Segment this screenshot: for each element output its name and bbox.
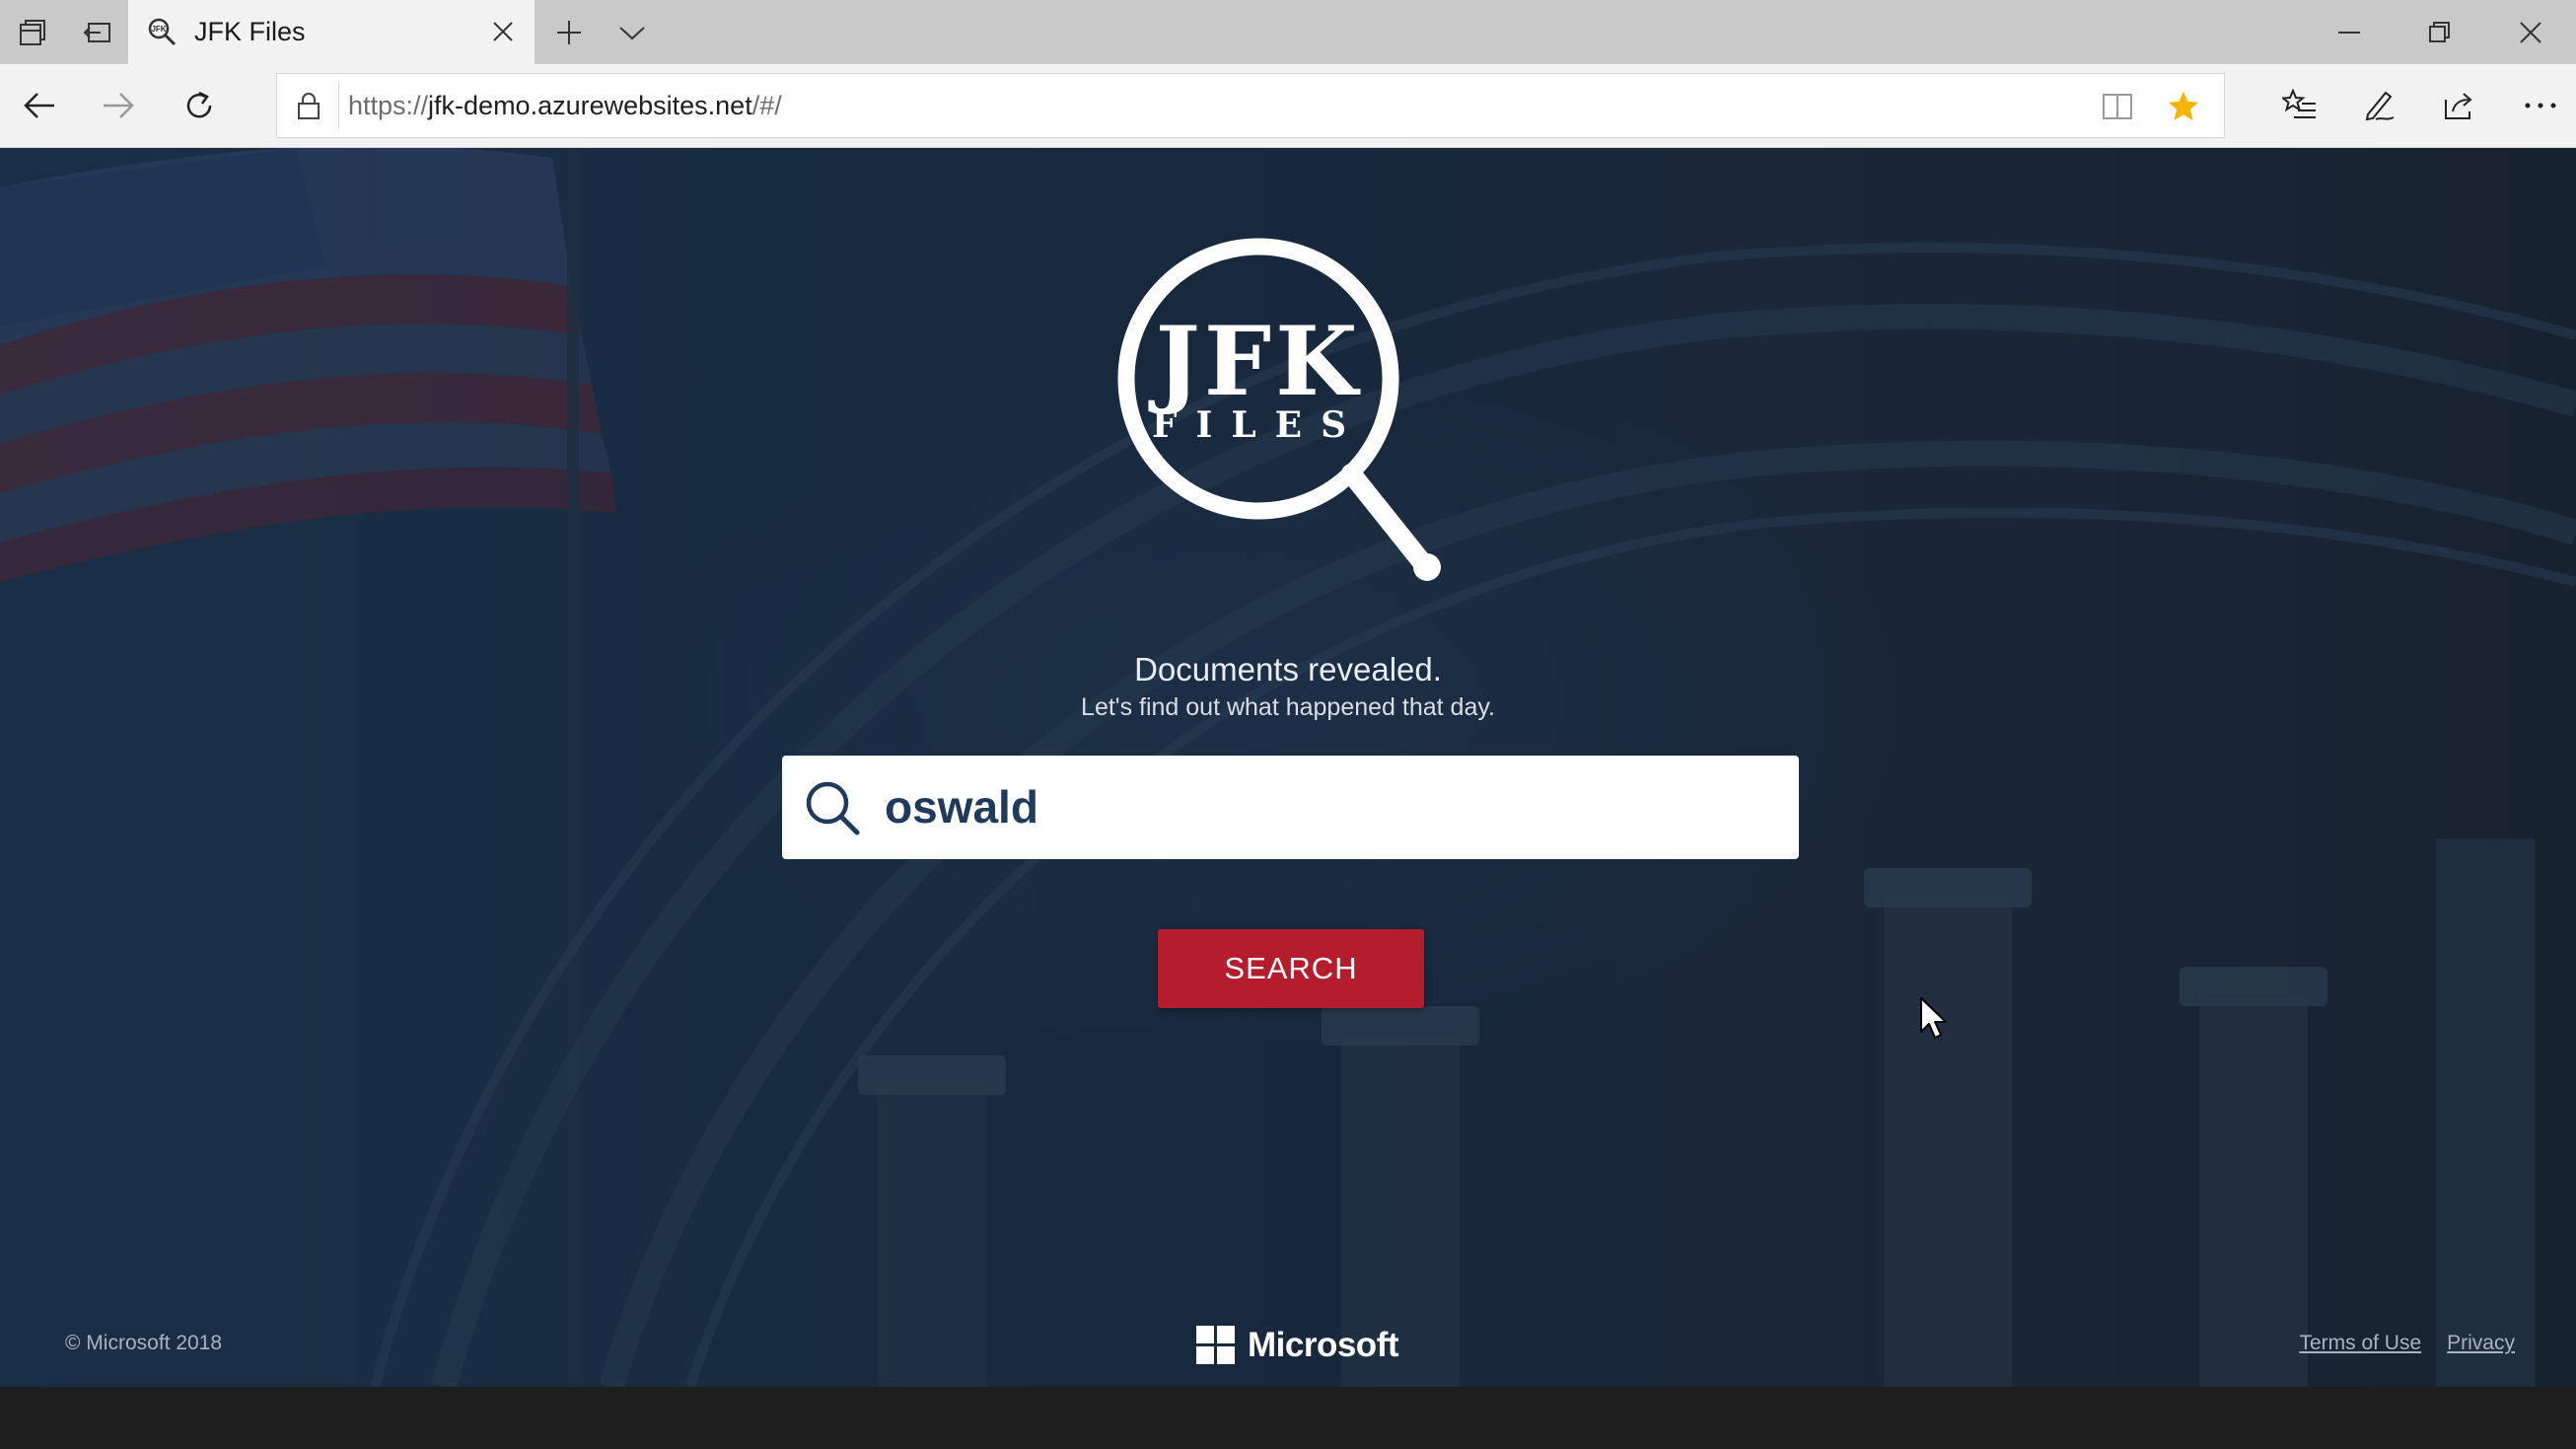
jfk-files-logo: JFK FILES bbox=[1117, 238, 1441, 581]
mouse-cursor-icon bbox=[1920, 997, 1947, 1039]
tabs-back-icon[interactable] bbox=[65, 0, 130, 64]
lock-icon[interactable] bbox=[289, 86, 328, 125]
minimize-icon[interactable] bbox=[2304, 0, 2395, 64]
more-icon[interactable] bbox=[2511, 78, 2570, 133]
forward-icon[interactable] bbox=[89, 78, 148, 133]
pen-icon[interactable] bbox=[2349, 78, 2408, 133]
search-button[interactable]: SEARCH bbox=[1158, 929, 1424, 1008]
tabs-aside-icon[interactable] bbox=[0, 0, 65, 64]
refresh-icon[interactable] bbox=[170, 78, 229, 133]
url-text[interactable]: https://jfk-demo.azurewebsites.net/#/ bbox=[348, 74, 782, 137]
title-bar: JFK JFK Files bbox=[0, 0, 2576, 64]
favorites-hub-icon[interactable] bbox=[2270, 78, 2329, 133]
new-tab-icon[interactable] bbox=[537, 0, 602, 64]
search-icon: JFK bbox=[148, 18, 177, 46]
restore-icon[interactable] bbox=[2395, 0, 2485, 64]
search-input[interactable] bbox=[885, 763, 1772, 850]
address-divider bbox=[338, 82, 339, 129]
logo-line-jfk: JFK bbox=[1147, 306, 1361, 417]
favorite-star-icon[interactable] bbox=[2161, 84, 2206, 129]
microsoft-grid-icon bbox=[1196, 1326, 1236, 1365]
taskbar-strip bbox=[0, 1387, 2576, 1449]
close-window-icon[interactable] bbox=[2485, 0, 2576, 64]
tab-jfk-files[interactable]: JFK JFK Files bbox=[128, 0, 535, 64]
search-box[interactable] bbox=[782, 756, 1799, 859]
svg-text:JFK: JFK bbox=[151, 25, 166, 34]
logo-line-files: FILES bbox=[1152, 404, 1365, 446]
terms-of-use-link[interactable]: Terms of Use bbox=[2299, 1332, 2421, 1355]
reading-view-icon[interactable] bbox=[2095, 84, 2140, 129]
url-scheme: https:// bbox=[348, 91, 429, 120]
url-host: jfk-demo.azurewebsites.net bbox=[428, 91, 752, 120]
close-tab-icon[interactable] bbox=[485, 14, 521, 49]
page-content: JFK FILES Documents revealed. Let's find… bbox=[0, 148, 2576, 1387]
search-icon bbox=[806, 781, 860, 835]
sub-tagline: Let's find out what happened that day. bbox=[1081, 693, 1495, 721]
tagline: Documents revealed. bbox=[1134, 651, 1442, 688]
navigation-bar: https://jfk-demo.azurewebsites.net/#/ bbox=[0, 64, 2576, 148]
microsoft-logo: Microsoft bbox=[1196, 1324, 1399, 1367]
tab-title: JFK Files bbox=[194, 17, 306, 46]
tab-list-chevron-icon[interactable] bbox=[600, 0, 665, 64]
url-path: /#/ bbox=[751, 91, 782, 120]
back-icon[interactable] bbox=[10, 78, 69, 133]
copyright-text: © Microsoft 2018 bbox=[65, 1332, 223, 1354]
footer-links: Terms of Use Privacy bbox=[2299, 1332, 2515, 1355]
privacy-link[interactable]: Privacy bbox=[2447, 1332, 2515, 1355]
share-icon[interactable] bbox=[2430, 78, 2489, 133]
microsoft-wordmark: Microsoft bbox=[1248, 1326, 1399, 1364]
address-bar[interactable]: https://jfk-demo.azurewebsites.net/#/ bbox=[276, 73, 2225, 138]
